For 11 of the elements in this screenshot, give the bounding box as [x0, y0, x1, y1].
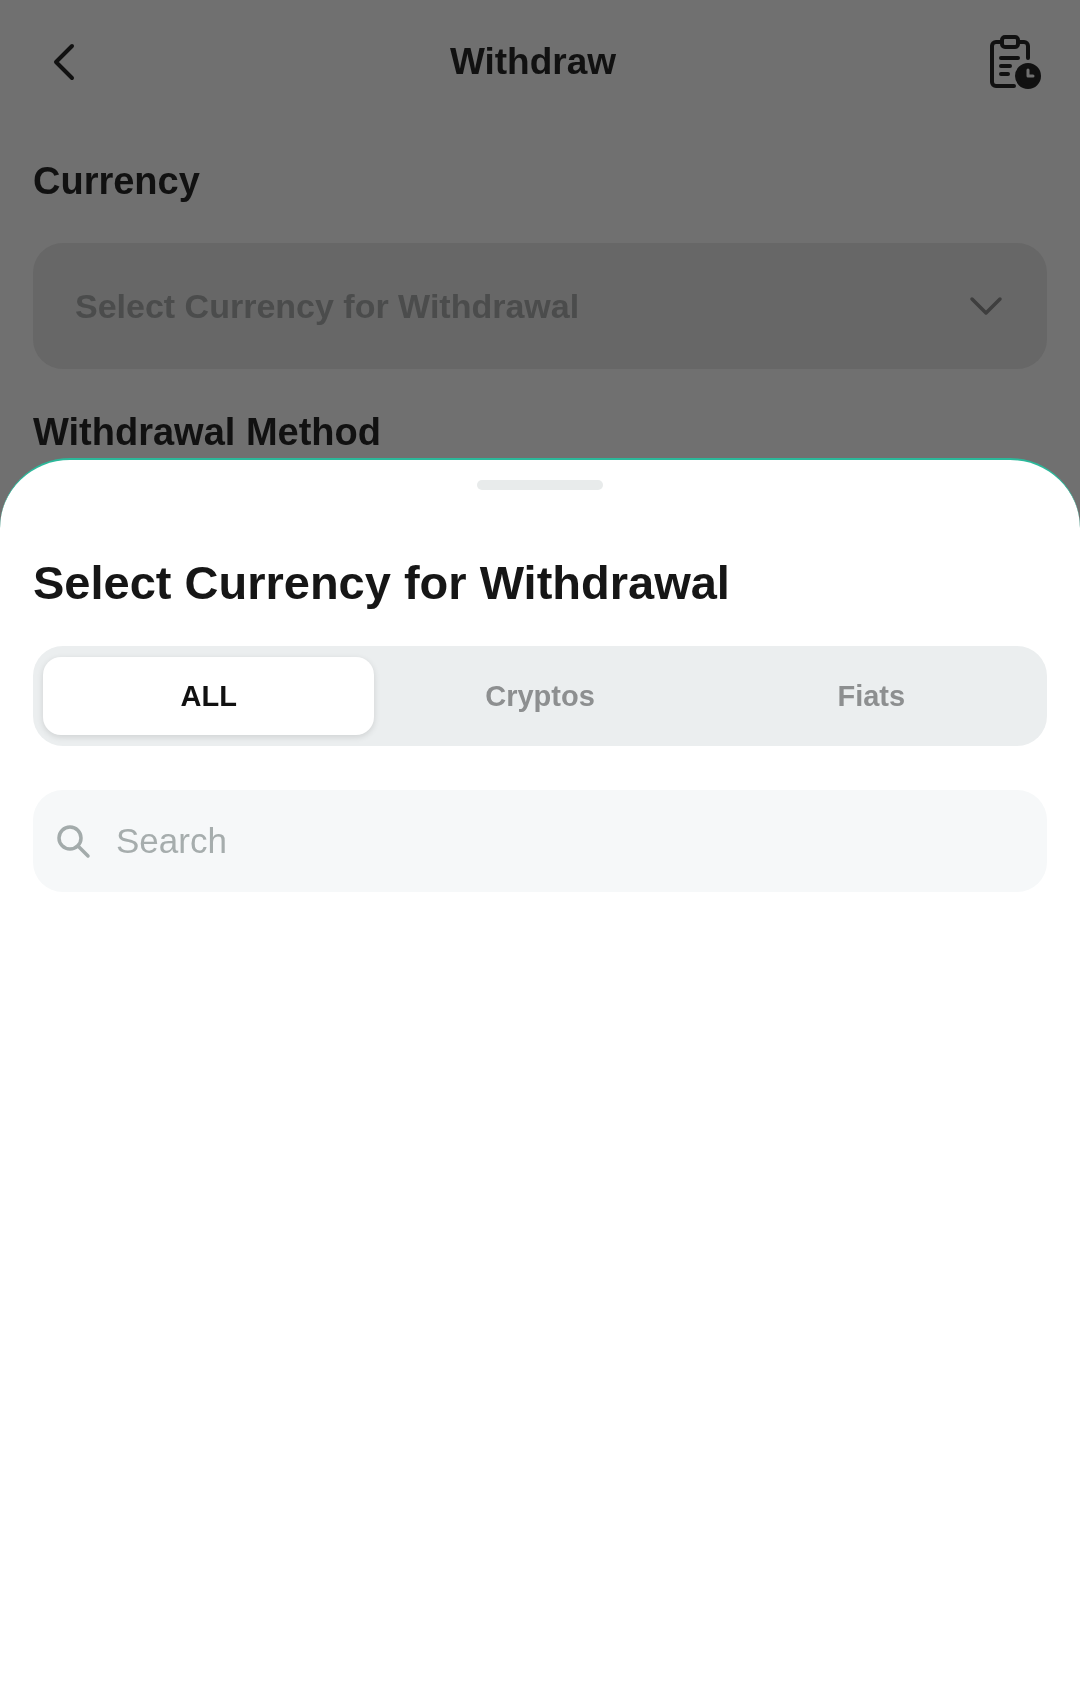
withdrawal-method-label: Withdrawal Method — [33, 411, 381, 454]
tab[interactable]: ALL — [43, 657, 375, 735]
search-icon — [55, 823, 91, 859]
currency-label: Currency — [33, 160, 200, 203]
sheet-title: Select Currency for Withdrawal — [33, 555, 731, 610]
tab[interactable]: Fiats — [705, 657, 1037, 735]
tab[interactable]: Cryptos — [374, 657, 706, 735]
search-field[interactable]: Search — [33, 790, 1047, 892]
chevron-down-icon — [969, 296, 1003, 316]
page-title: Withdraw — [449, 41, 617, 83]
clipboard-clock-icon[interactable] — [988, 34, 1042, 90]
